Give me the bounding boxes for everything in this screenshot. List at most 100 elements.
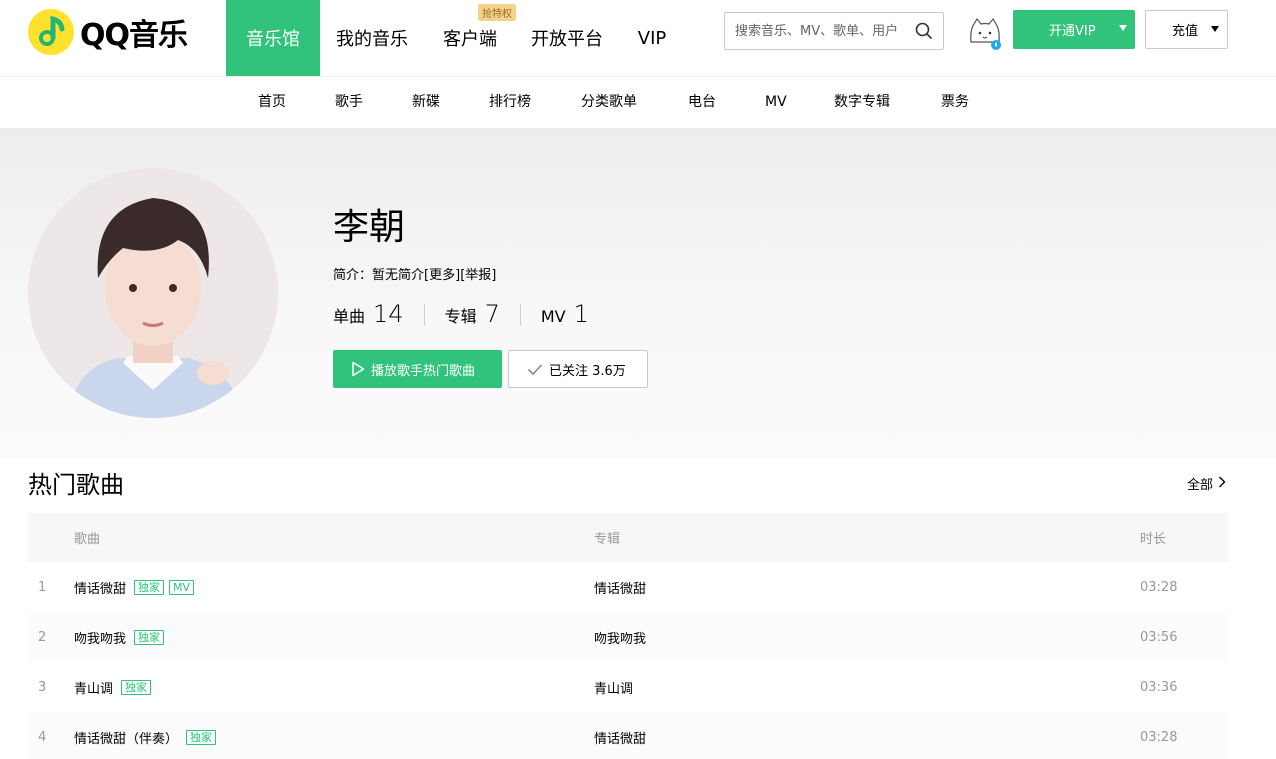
- column-header-album: 专辑: [594, 532, 621, 547]
- column-header-duration: 时长: [1140, 532, 1167, 547]
- nav-vip[interactable]: VIP: [618, 0, 686, 76]
- song-index: 3: [38, 679, 47, 695]
- singer-stats: 单曲 14 专辑 7 MV 1: [333, 300, 589, 330]
- nav-label: VIP: [637, 27, 667, 49]
- exclusive-tag: 独家: [121, 679, 152, 695]
- intro-text: 暂无简介: [372, 268, 425, 283]
- stat-label: MV: [540, 307, 566, 326]
- stat-value: 7: [484, 300, 500, 328]
- song-album[interactable]: 吻我吻我: [594, 612, 646, 662]
- nav-label: 我的音乐: [336, 29, 408, 50]
- chevron-down-icon: [1211, 26, 1219, 32]
- stat-value: 14: [373, 300, 404, 328]
- exclusive-tag: 独家: [186, 729, 217, 745]
- song-index: 2: [38, 629, 47, 645]
- main-nav: 音乐馆 我的音乐 客户端 抢特权 开放平台 VIP: [226, 0, 686, 76]
- column-header-song: 歌曲: [74, 532, 101, 547]
- play-button-label: 播放歌手热门歌曲: [371, 363, 476, 379]
- user-avatar-cat-icon[interactable]: [968, 16, 1002, 50]
- song-table-header: 歌曲 专辑 时长: [28, 513, 1228, 562]
- nav-label: 开放平台: [531, 29, 603, 50]
- search-box: [724, 12, 944, 50]
- song-album[interactable]: 情话微甜: [594, 712, 646, 759]
- stat-value: 1: [573, 300, 589, 328]
- stat-label: 单曲: [333, 307, 366, 326]
- song-title[interactable]: 吻我吻我: [74, 628, 126, 647]
- all-link-label: 全部: [1187, 478, 1214, 493]
- exclusive-tag: 独家: [134, 579, 165, 595]
- play-hot-songs-button[interactable]: 播放歌手热门歌曲: [333, 350, 502, 388]
- nav-music-hall[interactable]: 音乐馆: [226, 0, 320, 76]
- nav-open-platform[interactable]: 开放平台: [516, 0, 618, 76]
- song-title[interactable]: 情话微甜（伴奏）: [74, 728, 178, 747]
- song-row[interactable]: 3 青山调 独家 青山调 03:36: [28, 662, 1228, 712]
- subnav-radio[interactable]: 电台: [688, 77, 716, 127]
- divider: [519, 304, 521, 326]
- follow-button-label: 已关注 3.6万: [549, 363, 626, 379]
- song-row[interactable]: 2 吻我吻我 独家 吻我吻我 03:56: [28, 612, 1228, 662]
- open-vip-label: 开通VIP: [1049, 24, 1096, 39]
- nav-my-music[interactable]: 我的音乐: [320, 0, 424, 76]
- privilege-badge: 抢特权: [478, 4, 516, 21]
- recharge-label: 充值: [1172, 24, 1199, 39]
- subnav-digital-albums[interactable]: 数字专辑: [834, 77, 890, 127]
- subnav-tickets[interactable]: 票务: [941, 77, 969, 127]
- subnav-singers[interactable]: 歌手: [335, 77, 363, 127]
- stat-label: 专辑: [444, 307, 477, 326]
- singer-intro: 简介：暂无简介[更多][举报]: [333, 264, 496, 283]
- page: QQ音乐 音乐馆 我的音乐 客户端 抢特权 开放平台 VIP 搜索音乐、MV、歌…: [0, 0, 1276, 759]
- stat-albums[interactable]: 专辑 7: [445, 300, 500, 328]
- song-row[interactable]: 4 情话微甜（伴奏） 独家 情话微甜 03:28: [28, 712, 1228, 759]
- song-title[interactable]: 情话微甜: [74, 578, 126, 597]
- song-album[interactable]: 青山调: [594, 662, 633, 712]
- song-duration: 03:28: [1140, 579, 1178, 595]
- subnav-home[interactable]: 首页: [258, 77, 286, 127]
- report-link[interactable]: [举报]: [460, 268, 496, 283]
- song-name-cell: 吻我吻我 独家: [74, 612, 165, 662]
- subnav-charts[interactable]: 排行榜: [489, 77, 531, 127]
- search-icon[interactable]: [915, 22, 933, 44]
- intro-more-link[interactable]: [更多]: [424, 268, 460, 283]
- singer-portrait: [28, 168, 278, 418]
- stat-songs[interactable]: 单曲 14: [333, 300, 404, 328]
- song-index: 1: [38, 579, 47, 595]
- recharge-button[interactable]: 充值: [1145, 10, 1228, 49]
- subnav-playlists[interactable]: 分类歌单: [581, 77, 637, 127]
- song-name-cell: 青山调 独家: [74, 662, 152, 712]
- nav-client[interactable]: 客户端 抢特权: [424, 0, 516, 76]
- top-header: QQ音乐 音乐馆 我的音乐 客户端 抢特权 开放平台 VIP 搜索音乐、MV、歌…: [0, 0, 1276, 76]
- nav-label: 客户端: [443, 29, 497, 50]
- song-name-cell: 情话微甜（伴奏） 独家: [74, 712, 217, 759]
- chevron-right-icon: [1218, 476, 1226, 492]
- song-title[interactable]: 青山调: [74, 678, 113, 697]
- play-icon: [351, 361, 365, 381]
- singer-header: 李朝 简介：暂无简介[更多][举报] 单曲 14 专辑 7 MV 1 播放歌手热…: [0, 128, 1276, 458]
- song-duration: 03:28: [1140, 729, 1178, 745]
- singer-name: 李朝: [333, 207, 406, 248]
- search-input[interactable]: [735, 13, 915, 49]
- song-duration: 03:36: [1140, 679, 1178, 695]
- song-table: 歌曲 专辑 时长 1 情话微甜 独家 MV 情话微甜 03:28 2 吻我吻我 …: [28, 513, 1228, 759]
- song-name-cell: 情话微甜 独家 MV: [74, 562, 195, 612]
- follow-button[interactable]: 已关注 3.6万: [508, 350, 648, 388]
- intro-label: 简介：: [333, 268, 373, 283]
- mv-tag[interactable]: MV: [169, 579, 195, 595]
- song-album[interactable]: 情话微甜: [594, 562, 646, 612]
- sub-nav: 首页 歌手 新碟 排行榜 分类歌单 电台 MV 数字专辑 票务: [0, 76, 1276, 128]
- subnav-mv[interactable]: MV: [765, 77, 787, 127]
- check-icon: [527, 363, 543, 380]
- divider: [423, 304, 425, 326]
- chevron-down-icon: [1119, 25, 1127, 31]
- logo[interactable]: QQ音乐: [28, 8, 188, 56]
- all-songs-link[interactable]: 全部: [1187, 474, 1226, 493]
- exclusive-tag: 独家: [134, 629, 165, 645]
- song-index: 4: [38, 729, 47, 745]
- logo-text: QQ音乐: [80, 18, 188, 53]
- hot-songs-title: 热门歌曲: [28, 471, 124, 499]
- nav-label: 音乐馆: [246, 29, 300, 50]
- subnav-new-albums[interactable]: 新碟: [412, 77, 440, 127]
- open-vip-button[interactable]: 开通VIP: [1013, 10, 1135, 49]
- stat-mv[interactable]: MV 1: [541, 300, 589, 328]
- song-duration: 03:56: [1140, 629, 1178, 645]
- song-row[interactable]: 1 情话微甜 独家 MV 情话微甜 03:28: [28, 562, 1228, 612]
